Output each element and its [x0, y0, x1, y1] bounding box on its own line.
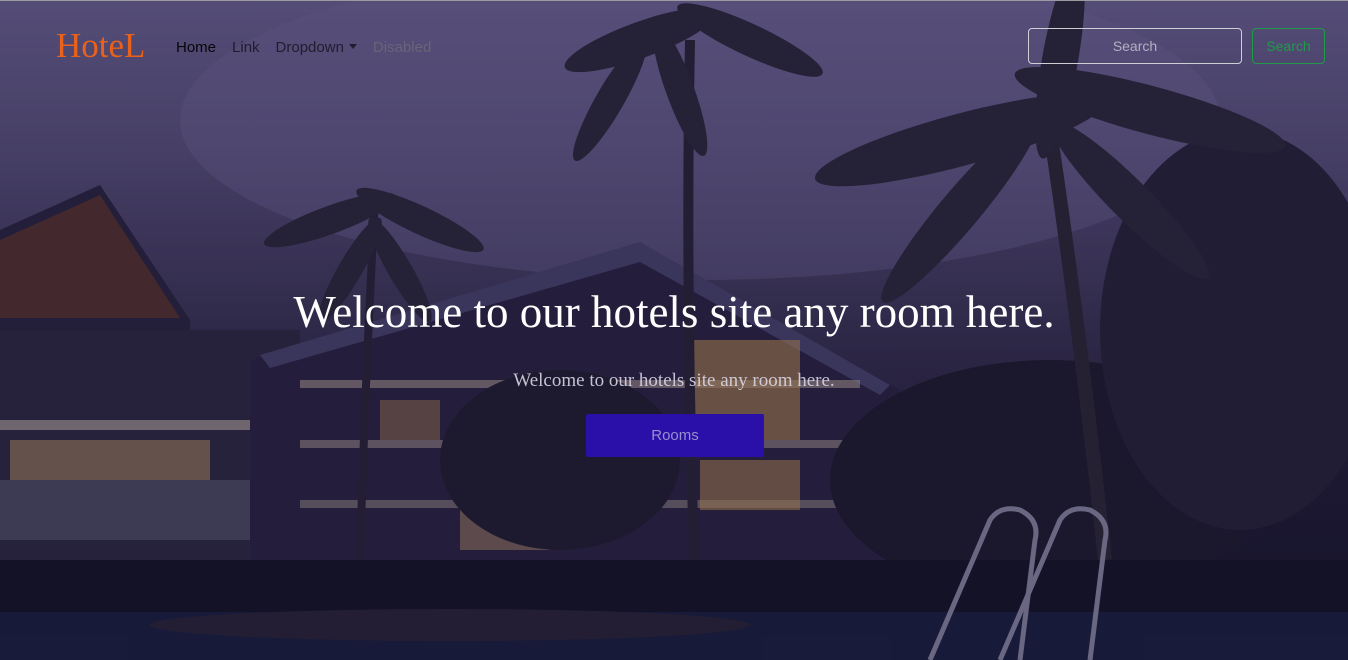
search-input[interactable] [1028, 28, 1242, 64]
navbar: HoteL Home Link Dropdown Disabled Search [0, 0, 1348, 94]
nav-link-home[interactable]: Home [176, 38, 216, 58]
search-button[interactable]: Search [1252, 28, 1325, 64]
nav-link-disabled: Disabled [372, 39, 432, 56]
nav-dropdown[interactable]: Dropdown [276, 38, 357, 58]
hero-title: Welcome to our hotels site any room here… [293, 287, 1055, 337]
rooms-button[interactable]: Rooms [586, 414, 764, 457]
nav-dropdown-label: Dropdown [275, 39, 344, 56]
hero-subtitle: Welcome to our hotels site any room here… [513, 370, 835, 391]
brand-logo[interactable]: HoteL [56, 26, 145, 66]
nav-links: Home Link Dropdown Disabled [176, 38, 447, 58]
nav-link-link[interactable]: Link [232, 38, 260, 58]
caret-down-icon [348, 44, 357, 49]
